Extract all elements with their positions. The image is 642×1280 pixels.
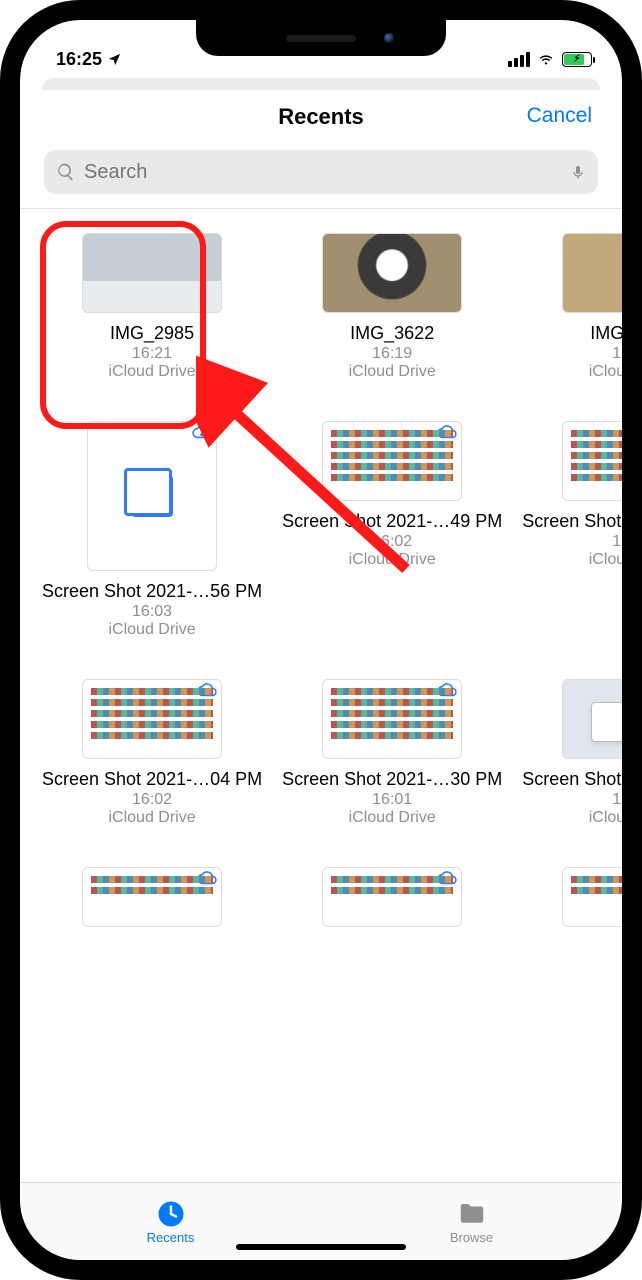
file-thumbnail (82, 867, 222, 927)
search-field[interactable] (44, 150, 598, 194)
page-title: Recents (48, 104, 594, 130)
wifi-icon (536, 52, 556, 67)
file-time: 16:01 (280, 791, 504, 809)
file-thumbnail (82, 679, 222, 759)
status-time: 16:25 (56, 49, 102, 70)
file-thumbnail (82, 233, 222, 313)
tab-label: Recents (147, 1230, 195, 1245)
modal-header: Recents Cancel (30, 90, 612, 140)
file-name: Screen Shot 2021-…04 PM (40, 769, 264, 790)
folder-icon (456, 1199, 488, 1229)
file-name: Screen Shot 2021-…30 PM (280, 769, 504, 790)
file-item[interactable]: Screen Shot 2021-…52 PM 16:00 iCloud Dri… (520, 679, 622, 857)
file-location: iCloud Drive (280, 809, 504, 827)
file-item[interactable]: IMG_4477 16:16 iCloud Drive (520, 233, 622, 411)
file-location: iCloud Drive (520, 551, 622, 569)
search-icon (56, 162, 76, 182)
file-time: 16:02 (40, 791, 264, 809)
file-item[interactable] (520, 867, 622, 957)
file-item[interactable]: Screen Shot 2021-…04 PM 16:02 iCloud Dri… (40, 679, 264, 857)
file-name: Screen Shot 2021-…52 PM (520, 769, 622, 790)
dictation-icon[interactable] (570, 161, 586, 183)
file-thumbnail (562, 867, 622, 927)
annotation-arrow-icon (196, 339, 436, 599)
parent-sheet-edge (42, 78, 600, 90)
battery-icon: ⚡︎ (562, 52, 592, 67)
file-location: iCloud Drive (520, 363, 622, 381)
document-stack-icon (131, 475, 173, 517)
cellular-icon (508, 52, 530, 67)
clock-icon (156, 1199, 186, 1229)
file-item[interactable] (280, 867, 504, 957)
file-thumbnail (322, 679, 462, 759)
search-input[interactable] (84, 161, 562, 184)
file-thumbnail (322, 233, 462, 313)
home-indicator[interactable] (236, 1244, 406, 1250)
file-item[interactable] (40, 867, 264, 957)
file-thumbnail (562, 233, 622, 313)
file-time: 16:02 (520, 533, 622, 551)
files-scroll[interactable]: IMG_2985 16:21 iCloud Drive IMG_3622 16:… (20, 209, 622, 1182)
file-location: iCloud Drive (40, 621, 264, 639)
file-name: IMG_4477 (520, 323, 622, 344)
file-location: iCloud Drive (520, 809, 622, 827)
file-time: 16:03 (40, 603, 264, 621)
tab-label: Browse (450, 1230, 493, 1245)
file-time: 16:00 (520, 791, 622, 809)
file-thumbnail (562, 421, 622, 501)
file-name: Screen Shot 2021-…29 PM (520, 511, 622, 532)
file-time: 16:16 (520, 345, 622, 363)
location-arrow-icon (107, 52, 122, 67)
file-thumbnail (562, 679, 622, 759)
file-item[interactable]: Screen Shot 2021-…30 PM 16:01 iCloud Dri… (280, 679, 504, 857)
file-location: iCloud Drive (40, 809, 264, 827)
file-item[interactable]: Screen Shot 2021-…29 PM 16:02 iCloud Dri… (520, 421, 622, 669)
file-thumbnail (322, 867, 462, 927)
cancel-button[interactable]: Cancel (527, 104, 592, 128)
